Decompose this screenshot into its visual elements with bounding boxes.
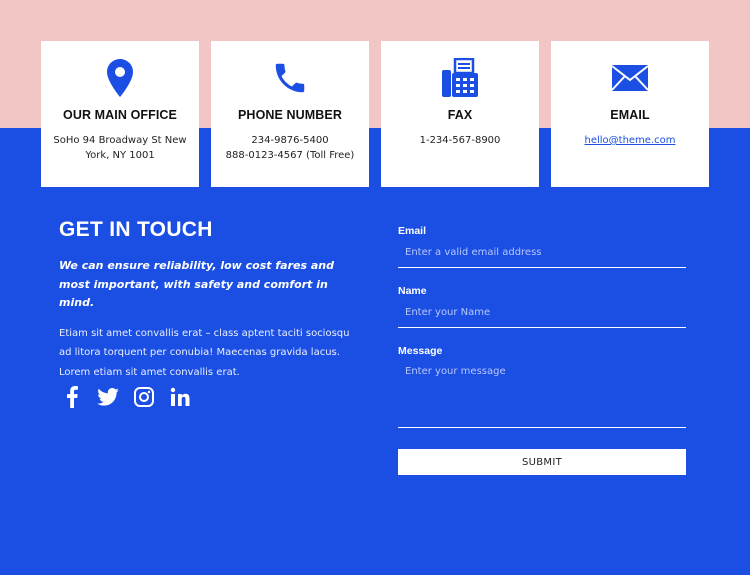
card-text: hello@theme.com [557,133,703,148]
email-link[interactable]: hello@theme.com [584,135,675,146]
card-text: SoHo 94 Broadway St New York, NY 1001 [53,135,187,161]
linkedin-icon[interactable] [167,384,193,410]
phone-icon [211,57,369,99]
card-title: EMAIL [610,108,650,122]
card-fax: FAX 1-234-567-8900 [381,41,539,187]
card-text: 1-234-567-8900 [419,135,501,146]
name-field[interactable] [398,298,686,328]
location-pin-icon [41,57,199,99]
card-office: OUR MAIN OFFICE SoHo 94 Broadway St New … [41,41,199,187]
envelope-icon [551,57,709,99]
lead-text: We can ensure reliability, low cost fare… [59,259,334,309]
card-email: EMAIL hello@theme.com [551,41,709,187]
twitter-icon[interactable] [95,384,121,410]
card-phone: PHONE NUMBER 234-9876-5400 888-0123-4567… [211,41,369,187]
email-label: Email [398,225,427,237]
card-text: 234-9876-5400 888-0123-4567 (Toll Free) [225,135,355,161]
message-label: Message [398,345,443,357]
section-heading: GET IN TOUCH [59,218,213,241]
card-title: PHONE NUMBER [238,108,342,122]
submit-button[interactable]: SUBMIT [398,449,686,475]
body-text: Etiam sit amet convallis erat – class ap… [59,327,350,378]
contact-form: Email Name Message SUBMIT [398,224,686,475]
message-field[interactable] [398,358,686,428]
instagram-icon[interactable] [131,384,157,410]
card-title: FAX [447,108,473,122]
card-title: OUR MAIN OFFICE [63,108,177,122]
facebook-icon[interactable] [59,384,85,410]
email-field[interactable] [398,238,686,268]
contact-cards: OUR MAIN OFFICE SoHo 94 Broadway St New … [41,41,709,187]
name-label: Name [398,285,427,297]
get-in-touch-section: GET IN TOUCH We can ensure reliability, … [59,215,359,382]
fax-icon [381,57,539,99]
social-links [59,384,203,410]
